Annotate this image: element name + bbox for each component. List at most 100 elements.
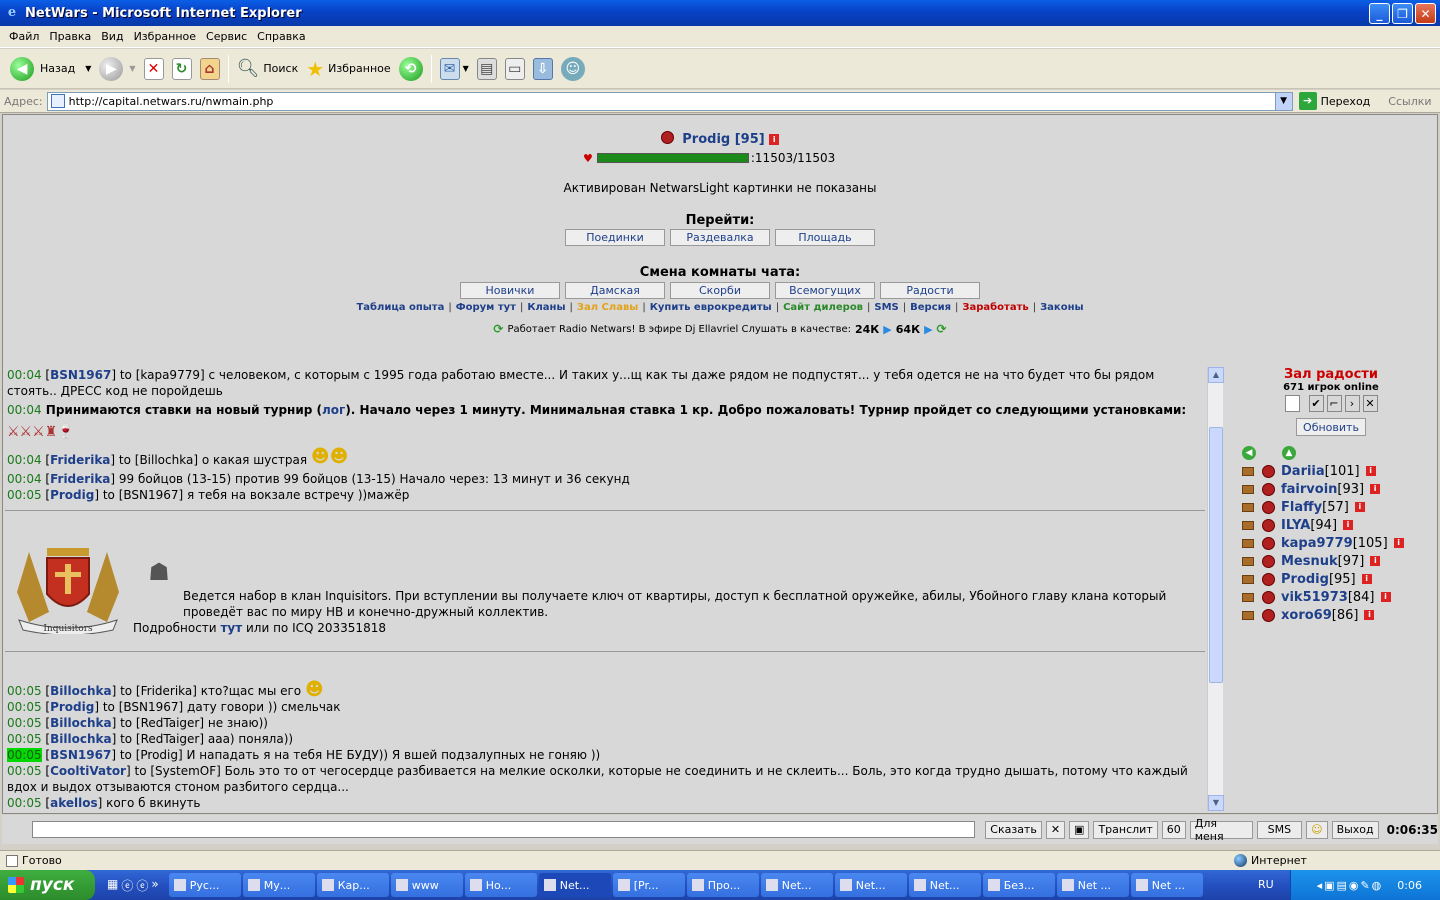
- info-icon[interactable]: i: [1380, 592, 1391, 602]
- taskbar-task[interactable]: Net...: [760, 873, 833, 897]
- info-icon[interactable]: i: [1361, 574, 1372, 584]
- more-icon[interactable]: »: [151, 877, 158, 894]
- tray-icons[interactable]: ◂▣▤◉✎◍: [1317, 879, 1384, 892]
- user-name[interactable]: xoro69: [1281, 608, 1332, 623]
- clan-details-link[interactable]: тут: [220, 621, 242, 635]
- nav-link[interactable]: Заработать: [962, 302, 1028, 313]
- player-name[interactable]: Prodig [95]: [682, 132, 764, 147]
- play-icon[interactable]: ▶: [924, 323, 932, 336]
- user-name[interactable]: kapa9779: [1281, 536, 1353, 551]
- room-sorrow-button[interactable]: Скорби: [670, 282, 770, 299]
- history-button[interactable]: ⟲: [395, 52, 427, 86]
- nav-link[interactable]: Таблица опыта: [356, 302, 444, 313]
- discuss-button[interactable]: ⇩: [529, 52, 557, 86]
- forward-dropdown-icon[interactable]: ▼: [129, 64, 135, 73]
- room-newbies-button[interactable]: Новички: [460, 282, 560, 299]
- menu-help[interactable]: Справка: [252, 30, 310, 43]
- private-message-icon[interactable]: [1242, 466, 1254, 476]
- user-name[interactable]: ILYA: [1281, 518, 1310, 533]
- nav-link[interactable]: Версия: [910, 302, 951, 313]
- tournament-log-link[interactable]: лог: [322, 403, 345, 417]
- taskbar-task[interactable]: Net...: [908, 873, 981, 897]
- room-ladies-button[interactable]: Дамская: [565, 282, 665, 299]
- messenger-button[interactable]: ☺: [557, 52, 589, 86]
- private-message-icon[interactable]: [1242, 610, 1254, 620]
- home-button[interactable]: ⌂: [196, 52, 224, 86]
- taskbar-task[interactable]: Без...: [982, 873, 1055, 897]
- menu-tools[interactable]: Сервис: [201, 30, 252, 43]
- smiley-icon[interactable]: ☺: [1306, 820, 1328, 839]
- goto-square-button[interactable]: Площадь: [775, 229, 875, 246]
- ie-quick-icon[interactable]: ⓔ: [136, 877, 148, 894]
- info-icon[interactable]: i: [1365, 466, 1376, 476]
- sms-button[interactable]: SMS: [1256, 820, 1303, 839]
- taskbar-task[interactable]: Net...: [834, 873, 907, 897]
- close-button[interactable]: ✕: [1415, 3, 1436, 24]
- private-message-icon[interactable]: [1242, 520, 1254, 530]
- mail-dropdown-icon[interactable]: ▼: [463, 64, 469, 73]
- taskbar-task[interactable]: [Pr...: [612, 873, 685, 897]
- filter-checkbox[interactable]: [1284, 395, 1300, 412]
- taskbar-task[interactable]: Рус...: [168, 873, 241, 897]
- private-message-icon[interactable]: [1242, 484, 1254, 494]
- filter-close-icon[interactable]: ✕: [1362, 395, 1378, 412]
- edit-button[interactable]: ▭: [501, 52, 529, 86]
- stop-button[interactable]: ✕: [140, 52, 168, 86]
- menu-edit[interactable]: Правка: [44, 30, 96, 43]
- start-button[interactable]: пуск: [0, 870, 95, 900]
- info-icon[interactable]: i: [769, 134, 780, 145]
- minimize-button[interactable]: _: [1369, 3, 1390, 24]
- nav-link[interactable]: Законы: [1040, 302, 1083, 313]
- radio-quality-64k[interactable]: 64К: [896, 323, 920, 336]
- refresh-icon[interactable]: ⟳: [937, 322, 947, 336]
- nav-link[interactable]: Купить еврокредиты: [650, 302, 772, 313]
- scroll-thumb[interactable]: [1209, 427, 1223, 683]
- menu-view[interactable]: Вид: [96, 30, 128, 43]
- user-name[interactable]: Mesnuk: [1281, 554, 1338, 569]
- refresh-button[interactable]: ↻: [168, 52, 196, 86]
- menu-file[interactable]: Файл: [4, 30, 44, 43]
- radio-quality-24k[interactable]: 24К: [855, 323, 879, 336]
- private-message-icon[interactable]: [1242, 556, 1254, 566]
- back-button[interactable]: ◀ Назад ▼: [6, 52, 95, 86]
- translit-button[interactable]: Транслит: [1093, 820, 1158, 839]
- info-icon[interactable]: i: [1364, 610, 1375, 620]
- mail-button[interactable]: ✉ ▼: [436, 52, 473, 86]
- taskbar-task[interactable]: Net...: [538, 873, 611, 897]
- exit-button[interactable]: Выход: [1331, 820, 1379, 839]
- search-button[interactable]: 🔍︎ Поиск: [233, 52, 303, 86]
- private-message-icon[interactable]: [1242, 592, 1254, 602]
- user-name[interactable]: vik51973: [1281, 590, 1348, 605]
- filter-unchecked-icon[interactable]: ⌐: [1326, 395, 1342, 412]
- taskbar-task[interactable]: Net ...: [1130, 873, 1203, 897]
- taskbar-task[interactable]: www: [390, 873, 463, 897]
- room-almighty-button[interactable]: Всемогущих: [775, 282, 875, 299]
- nav-link[interactable]: Кланы: [527, 302, 565, 313]
- scroll-down-icon[interactable]: ▼: [1208, 795, 1224, 811]
- private-message-icon[interactable]: [1242, 538, 1254, 548]
- maximize-button[interactable]: ❐: [1392, 3, 1413, 24]
- taskbar-task[interactable]: Про...: [686, 873, 759, 897]
- nav-link[interactable]: Форум тут: [456, 302, 516, 313]
- show-desktop-icon[interactable]: ▦: [107, 877, 118, 894]
- scroll-up-icon[interactable]: ▲: [1208, 367, 1224, 383]
- info-icon[interactable]: i: [1393, 538, 1404, 548]
- next-page-icon[interactable]: ▲: [1282, 446, 1296, 460]
- links-toolbar[interactable]: Ссылки: [1388, 95, 1431, 108]
- ie-quick-icon[interactable]: ⓔ: [121, 877, 133, 894]
- save-icon[interactable]: ▣: [1069, 820, 1090, 839]
- taskbar-task[interactable]: Кар...: [316, 873, 389, 897]
- user-name[interactable]: Flaffy: [1281, 500, 1322, 515]
- print-button[interactable]: ▤: [473, 52, 501, 86]
- info-icon[interactable]: i: [1343, 520, 1354, 530]
- for-me-button[interactable]: Для меня: [1189, 817, 1253, 843]
- private-message-icon[interactable]: [1242, 574, 1254, 584]
- room-joy-button[interactable]: Радости: [880, 282, 980, 299]
- nav-link[interactable]: Зал Славы: [577, 302, 638, 313]
- refresh-list-button[interactable]: Обновить: [1296, 418, 1366, 436]
- user-name[interactable]: Prodig: [1281, 572, 1329, 587]
- taskbar-task[interactable]: Му...: [242, 873, 315, 897]
- goto-lockerroom-button[interactable]: Раздевалка: [670, 229, 770, 246]
- info-icon[interactable]: i: [1354, 502, 1365, 512]
- back-dropdown-icon[interactable]: ▼: [85, 64, 91, 73]
